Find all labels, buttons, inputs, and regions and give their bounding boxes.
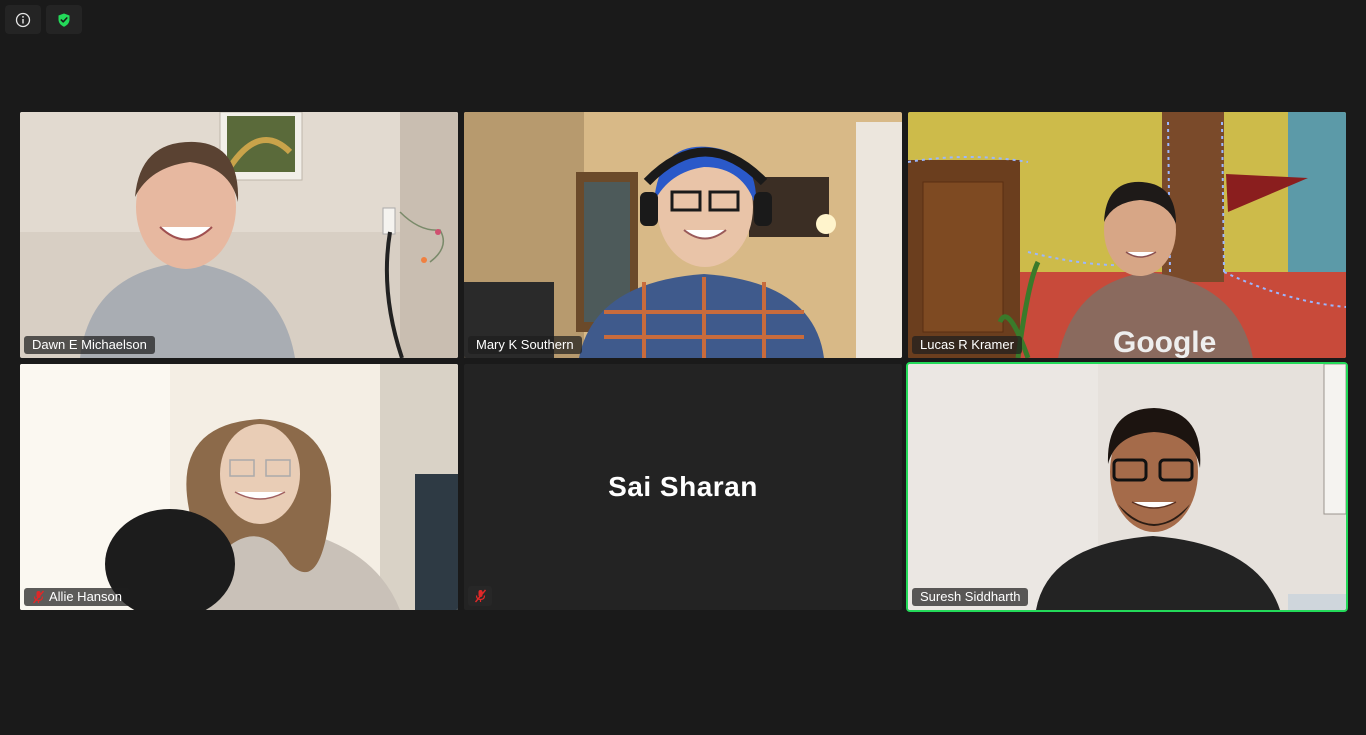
participant-name-label: Allie Hanson <box>24 588 130 606</box>
participant-video <box>20 112 458 358</box>
participant-name: Dawn E Michaelson <box>32 337 147 352</box>
svg-text:Google: Google <box>1113 326 1216 358</box>
participant-name: Allie Hanson <box>49 589 122 604</box>
participant-video <box>20 364 458 610</box>
participant-name-placeholder: Sai Sharan <box>608 471 758 502</box>
mic-muted-icon <box>32 590 45 604</box>
video-tile-dawn-e-michaelson[interactable]: Dawn E Michaelson <box>20 112 458 358</box>
participant-video <box>908 364 1346 610</box>
participant-name-label: Dawn E Michaelson <box>24 336 155 354</box>
security-button[interactable] <box>46 5 82 34</box>
participant-video <box>464 112 902 358</box>
video-tile-sai-sharan[interactable]: Sai Sharan <box>464 364 902 610</box>
participant-name: Suresh Siddharth <box>920 589 1021 604</box>
video-tile-lucas-r-kramer[interactable]: Google Lucas R Kramer <box>908 112 1346 358</box>
mute-indicator <box>468 586 492 606</box>
video-tile-mary-k-southern[interactable]: Mary K Southern <box>464 112 902 358</box>
video-tile-allie-hanson[interactable]: Allie Hanson <box>20 364 458 610</box>
info-icon <box>15 12 31 27</box>
mic-muted-icon <box>474 589 486 603</box>
shield-check-icon <box>58 13 70 27</box>
participant-name-label: Lucas R Kramer <box>912 336 1022 354</box>
participant-name-label: Suresh Siddharth <box>912 588 1029 606</box>
video-tile-suresh-siddharth[interactable]: Suresh Siddharth <box>906 362 1348 612</box>
participant-name: Lucas R Kramer <box>920 337 1014 352</box>
participant-video: Google <box>908 112 1346 358</box>
participant-name: Mary K Southern <box>476 337 574 352</box>
meeting-info-button[interactable] <box>5 5 41 34</box>
participant-name-label: Mary K Southern <box>468 336 582 354</box>
